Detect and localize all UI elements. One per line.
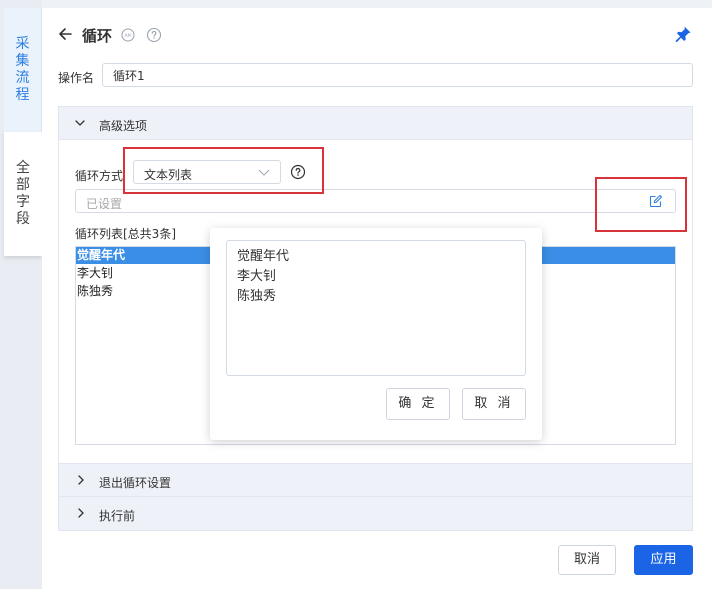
tab-collection-flow[interactable]: 采 集 流 程 bbox=[4, 8, 42, 132]
loop-list-label: 循环列表[总共3条] bbox=[75, 227, 176, 241]
side-tabs: 采 集 流 程 全 部 字 段 bbox=[0, 0, 42, 589]
loop-mode-value: 文本列表 bbox=[144, 168, 193, 182]
api-badge-icon[interactable]: API bbox=[121, 28, 135, 42]
edit-icon[interactable] bbox=[649, 194, 663, 208]
cancel-button[interactable]: 取消 bbox=[558, 545, 616, 575]
before-execution-header[interactable]: 执行前 bbox=[59, 496, 692, 530]
tab-char: 采 bbox=[15, 36, 30, 52]
textarea-line: 陈独秀 bbox=[237, 289, 277, 304]
tab-char: 程 bbox=[15, 87, 30, 103]
before-execution-title: 执行前 bbox=[99, 509, 136, 523]
advanced-options-header[interactable]: 高级选项 bbox=[59, 107, 692, 140]
advanced-options-title: 高级选项 bbox=[99, 119, 148, 133]
loop-mode-label: 循环方式 bbox=[75, 169, 124, 183]
text-list-editor-popup: 觉醒年代 李大钊 陈独秀 确 定 取 消 bbox=[210, 228, 542, 440]
text-list-textarea[interactable]: 觉醒年代 李大钊 陈独秀 bbox=[226, 240, 526, 376]
panel-header: 循环 API bbox=[42, 8, 712, 60]
operation-name-input[interactable] bbox=[102, 63, 693, 87]
confirm-button[interactable]: 确 定 bbox=[386, 388, 450, 420]
arrow-left-icon[interactable] bbox=[56, 25, 74, 43]
loop-mode-select[interactable]: 文本列表 bbox=[133, 160, 281, 184]
tab-char: 集 bbox=[15, 53, 30, 69]
tab-char: 段 bbox=[16, 211, 30, 227]
textarea-line: 觉醒年代 bbox=[237, 249, 290, 264]
exit-loop-settings-header[interactable]: 退出循环设置 bbox=[59, 463, 692, 496]
apply-button[interactable]: 应用 bbox=[634, 545, 693, 575]
tab-char: 流 bbox=[15, 70, 30, 86]
chevron-down-icon bbox=[75, 120, 85, 126]
chevron-down-icon bbox=[258, 169, 270, 176]
exit-loop-settings-title: 退出循环设置 bbox=[99, 476, 172, 490]
loop-list-setting-field[interactable]: 已设置 bbox=[75, 189, 676, 213]
popup-cancel-button[interactable]: 取 消 bbox=[462, 388, 526, 420]
operation-name-label: 操作名 bbox=[58, 71, 95, 85]
question-circle-icon[interactable] bbox=[146, 27, 162, 43]
question-circle-icon[interactable] bbox=[290, 164, 306, 180]
page-title: 循环 bbox=[82, 27, 113, 45]
chevron-right-icon bbox=[78, 475, 84, 485]
chevron-right-icon bbox=[78, 508, 84, 518]
tab-char: 全 bbox=[16, 160, 30, 176]
svg-text:API: API bbox=[124, 33, 131, 39]
setting-status-text: 已设置 bbox=[86, 197, 123, 211]
pin-icon[interactable] bbox=[674, 25, 692, 43]
tab-all-fields[interactable]: 全 部 字 段 bbox=[4, 132, 42, 256]
tab-char: 字 bbox=[16, 194, 30, 210]
loop-settings-panel: 循环 API 操作名 高级选项 循环方式 文本列表 bbox=[42, 8, 712, 589]
tab-char: 部 bbox=[16, 177, 30, 193]
textarea-line: 李大钊 bbox=[237, 269, 277, 284]
